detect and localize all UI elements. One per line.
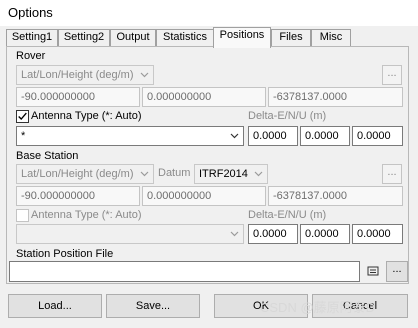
rover-coord1-field[interactable]: -90.000000000 — [16, 87, 140, 107]
load-button-label: Load... — [38, 300, 72, 312]
tab-label: Misc — [319, 31, 343, 43]
tab-files[interactable]: Files — [271, 29, 311, 46]
list-icon — [367, 266, 379, 276]
rover-antenna-select[interactable]: * — [16, 126, 244, 146]
rover-delta-u-value: 0.0000 — [357, 130, 391, 142]
document-icon[interactable] — [365, 263, 381, 279]
base-delta-n-value: 0.0000 — [305, 228, 339, 240]
save-button[interactable]: Save... — [106, 294, 200, 318]
station-position-file-input[interactable] — [9, 261, 360, 282]
tab-label: Files — [279, 31, 303, 43]
tab-label: Setting2 — [63, 31, 105, 43]
rover-coord2-value: 0.000000000 — [147, 91, 212, 103]
tab-setting2[interactable]: Setting2 — [58, 29, 110, 46]
base-delta-u-value: 0.0000 — [357, 228, 391, 240]
chevron-down-icon — [230, 133, 239, 139]
datum-select[interactable]: ITRF2014 — [194, 164, 268, 184]
chevron-down-icon — [140, 171, 149, 177]
tab-label: Setting1 — [11, 31, 53, 43]
rover-antenna-value: * — [21, 130, 26, 142]
base-coord3-value: -6378137.0000 — [273, 190, 348, 202]
base-antenna-type-checkbox[interactable] — [16, 209, 29, 222]
tab-label: Statistics — [162, 31, 207, 43]
rover-delta-e-field[interactable]: 0.0000 — [248, 126, 298, 146]
base-antenna-select[interactable] — [16, 224, 244, 244]
base-antenna-type-label: Antenna Type (*: Auto) — [31, 209, 142, 221]
rover-delta-n-value: 0.0000 — [305, 130, 339, 142]
base-coord3-field[interactable]: -6378137.0000 — [268, 186, 403, 206]
base-delta-u-field[interactable]: 0.0000 — [352, 224, 403, 244]
base-position-format-value: Lat/Lon/Height (deg/m) — [21, 168, 134, 180]
save-button-label: Save... — [135, 300, 171, 312]
station-file-browse-button[interactable]: ... — [386, 261, 408, 282]
tab-output[interactable]: Output — [110, 29, 156, 46]
chevron-down-icon — [230, 231, 239, 237]
rover-delta-label: Delta-E/N/U (m) — [248, 110, 327, 122]
tab-statistics[interactable]: Statistics — [156, 29, 214, 46]
tab-misc[interactable]: Misc — [311, 29, 351, 46]
base-coord1-value: -90.000000000 — [21, 190, 96, 202]
rover-coord3-value: -6378137.0000 — [273, 91, 348, 103]
window-title: Options — [8, 5, 53, 20]
load-button[interactable]: Load... — [8, 294, 102, 318]
browse-label: ... — [392, 263, 402, 275]
rover-delta-u-field[interactable]: 0.0000 — [352, 126, 403, 146]
rover-browse-button[interactable]: ... — [382, 65, 402, 85]
checkmark-icon — [18, 112, 27, 121]
datum-value: ITRF2014 — [199, 168, 248, 180]
tab-label: Positions — [219, 29, 265, 41]
base-delta-e-value: 0.0000 — [253, 228, 287, 240]
base-coord1-field[interactable]: -90.000000000 — [16, 186, 140, 206]
rover-antenna-type-checkbox[interactable] — [16, 110, 29, 123]
rover-section-label: Rover — [16, 50, 46, 62]
base-browse-button[interactable]: ... — [382, 164, 402, 184]
base-position-format-select[interactable]: Lat/Lon/Height (deg/m) — [16, 164, 154, 184]
base-delta-e-field[interactable]: 0.0000 — [248, 224, 298, 244]
tab-positions[interactable]: Positions — [213, 27, 271, 48]
station-position-file-label: Station Position File — [16, 248, 114, 260]
base-station-section-label: Base Station — [16, 150, 79, 162]
title-bar: Options — [0, 0, 418, 26]
tab-strip: Setting1 Setting2 Output Statistics Posi… — [6, 27, 406, 48]
chevron-down-icon — [254, 171, 263, 177]
rover-position-format-value: Lat/Lon/Height (deg/m) — [21, 69, 134, 81]
base-delta-label: Delta-E/N/U (m) — [248, 209, 327, 221]
browse-label: ... — [387, 166, 397, 178]
rover-delta-e-value: 0.0000 — [253, 130, 287, 142]
watermark-text: CSDN @藤原阿泰D — [260, 300, 376, 315]
chevron-down-icon — [140, 72, 149, 78]
rover-coord3-field[interactable]: -6378137.0000 — [268, 87, 403, 107]
rover-coord1-value: -90.000000000 — [21, 91, 96, 103]
base-delta-n-field[interactable]: 0.0000 — [300, 224, 350, 244]
rover-coord2-field[interactable]: 0.000000000 — [142, 87, 266, 107]
base-coord2-field[interactable]: 0.000000000 — [142, 186, 266, 206]
base-coord2-value: 0.000000000 — [147, 190, 212, 202]
rover-antenna-type-label: Antenna Type (*: Auto) — [31, 110, 142, 122]
datum-label: Datum — [158, 167, 191, 179]
tab-label: Output — [116, 31, 150, 43]
browse-label: ... — [387, 67, 397, 79]
rover-delta-n-field[interactable]: 0.0000 — [300, 126, 350, 146]
tab-setting1[interactable]: Setting1 — [6, 29, 58, 46]
rover-position-format-select[interactable]: Lat/Lon/Height (deg/m) — [16, 65, 154, 85]
